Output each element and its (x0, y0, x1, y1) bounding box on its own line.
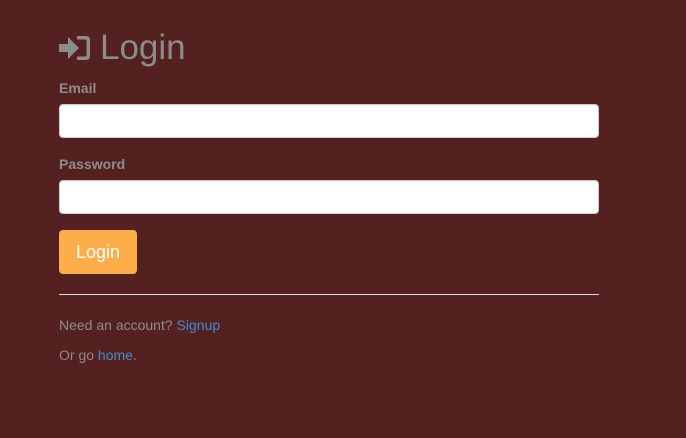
email-group: Email (59, 79, 599, 138)
login-container: Login Email Password Login Need an accou… (59, 28, 599, 365)
page-title: Login (100, 28, 186, 67)
home-line: Or go home. (59, 345, 599, 365)
email-field[interactable] (59, 104, 599, 138)
signup-line: Need an account? Signup (59, 315, 599, 335)
password-label: Password (59, 156, 126, 172)
password-group: Password (59, 155, 599, 214)
home-link[interactable]: home (98, 347, 133, 363)
login-button[interactable]: Login (59, 230, 137, 274)
signup-prompt: Need an account? (59, 317, 177, 333)
divider (59, 294, 599, 295)
sign-in-icon (59, 34, 91, 62)
password-field[interactable] (59, 180, 599, 214)
home-prefix: Or go (59, 347, 98, 363)
signup-link[interactable]: Signup (177, 317, 221, 333)
email-label: Email (59, 80, 97, 96)
home-suffix: . (132, 347, 137, 363)
page-heading: Login (59, 28, 599, 68)
